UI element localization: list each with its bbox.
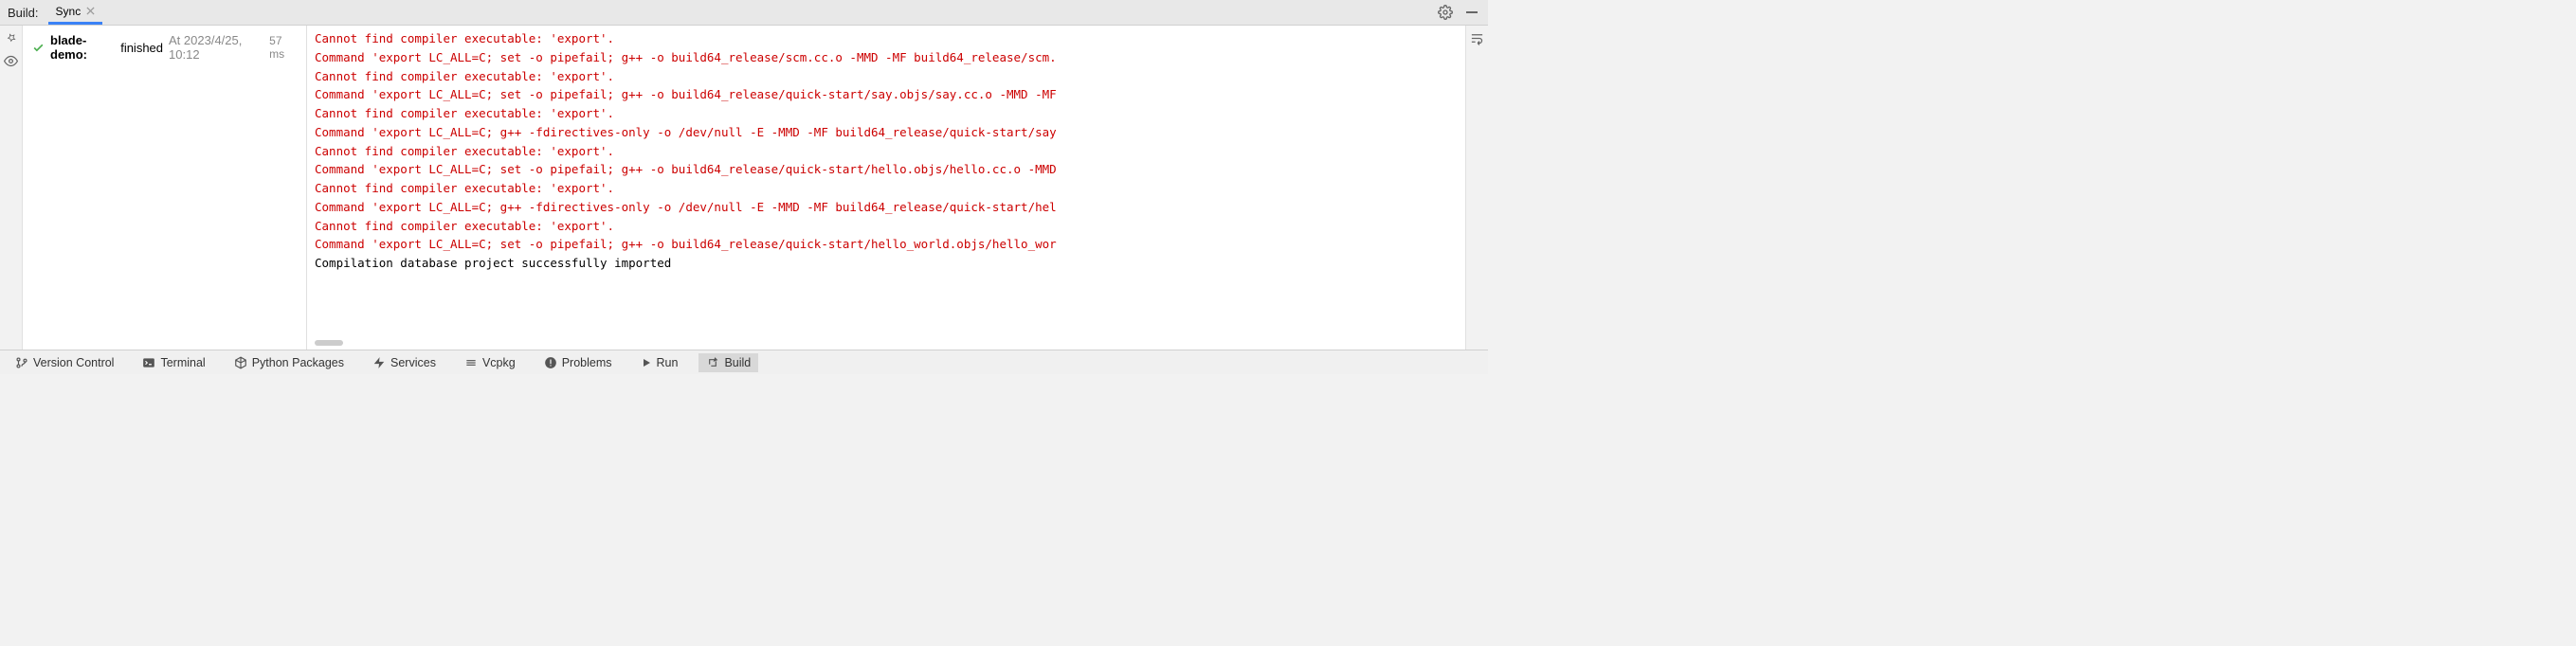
console-line: Cannot find compiler executable: 'export…	[315, 67, 1458, 86]
tool-window-python-packages[interactable]: Python Packages	[227, 353, 352, 372]
tool-window-label: Run	[657, 356, 679, 369]
console-line: Cannot find compiler executable: 'export…	[315, 142, 1458, 161]
bottom-toolbar: Version Control Terminal Python Packages Se…	[0, 350, 1488, 374]
console-line: Command 'export LC_ALL=C; g++ -fdirectiv…	[315, 198, 1458, 217]
console-line: Compilation database project successfull…	[315, 254, 1458, 273]
tool-window-label: Python Packages	[252, 356, 344, 369]
softwrap-icon[interactable]	[1470, 31, 1484, 45]
minimize-icon[interactable]	[1461, 2, 1482, 23]
gear-icon[interactable]	[1435, 2, 1456, 23]
problems-icon	[544, 356, 557, 369]
left-gutter	[0, 26, 23, 350]
tool-window-run[interactable]: Run	[633, 353, 686, 372]
console-line: Cannot find compiler executable: 'export…	[315, 29, 1458, 48]
tool-window-version-control[interactable]: Version Control	[8, 353, 121, 372]
console-line: Command 'export LC_ALL=C; set -o pipefai…	[315, 160, 1458, 179]
pin-icon[interactable]	[5, 31, 18, 45]
console-line: Command 'export LC_ALL=C; g++ -fdirectiv…	[315, 123, 1458, 142]
tool-window-build[interactable]: Build	[698, 353, 758, 372]
build-label: Build:	[8, 6, 39, 20]
close-icon[interactable]	[86, 7, 95, 15]
build-task-row[interactable]: blade-demo: finished At 2023/4/25, 10:12…	[32, 31, 297, 63]
tool-window-label: Vcpkg	[482, 356, 516, 369]
terminal-icon	[142, 356, 155, 369]
tool-window-terminal[interactable]: Terminal	[135, 353, 212, 372]
tool-window-vcpkg[interactable]: Vcpkg	[457, 353, 523, 372]
project-name: blade-demo:	[50, 33, 115, 62]
console-line: Command 'export LC_ALL=C; set -o pipefai…	[315, 48, 1458, 67]
horizontal-scrollbar[interactable]	[315, 340, 343, 346]
console-output[interactable]: Cannot find compiler executable: 'export…	[307, 26, 1465, 350]
console-line: Command 'export LC_ALL=C; set -o pipefai…	[315, 85, 1458, 104]
console-line: Cannot find compiler executable: 'export…	[315, 217, 1458, 236]
eye-icon[interactable]	[4, 54, 18, 68]
branch-icon	[15, 356, 28, 369]
packages-icon	[234, 356, 247, 369]
build-timestamp: At 2023/4/25, 10:12	[169, 33, 263, 62]
console-line: Cannot find compiler executable: 'export…	[315, 179, 1458, 198]
build-tree: blade-demo: finished At 2023/4/25, 10:12…	[23, 26, 307, 350]
build-duration: 57 ms	[269, 34, 297, 61]
tool-window-label: Build	[724, 356, 751, 369]
tab-sync-label: Sync	[56, 5, 82, 18]
console-line: Cannot find compiler executable: 'export…	[315, 104, 1458, 123]
console-line: Command 'export LC_ALL=C; set -o pipefai…	[315, 235, 1458, 254]
services-icon	[372, 356, 386, 369]
right-gutter	[1465, 26, 1488, 350]
tool-window-problems[interactable]: Problems	[536, 353, 620, 372]
main-area: blade-demo: finished At 2023/4/25, 10:12…	[0, 26, 1488, 350]
vcpkg-icon	[464, 356, 478, 369]
tool-window-label: Terminal	[160, 356, 205, 369]
console-pane: Cannot find compiler executable: 'export…	[307, 26, 1488, 350]
build-status: finished	[120, 41, 163, 55]
tool-window-services[interactable]: Services	[365, 353, 444, 372]
tab-sync[interactable]: Sync	[48, 0, 103, 25]
tool-window-label: Version Control	[33, 356, 114, 369]
run-icon	[641, 357, 652, 368]
build-icon	[706, 356, 719, 369]
check-icon	[32, 42, 45, 54]
tool-window-label: Problems	[562, 356, 612, 369]
build-header: Build: Sync	[0, 0, 1488, 26]
tool-window-label: Services	[390, 356, 436, 369]
